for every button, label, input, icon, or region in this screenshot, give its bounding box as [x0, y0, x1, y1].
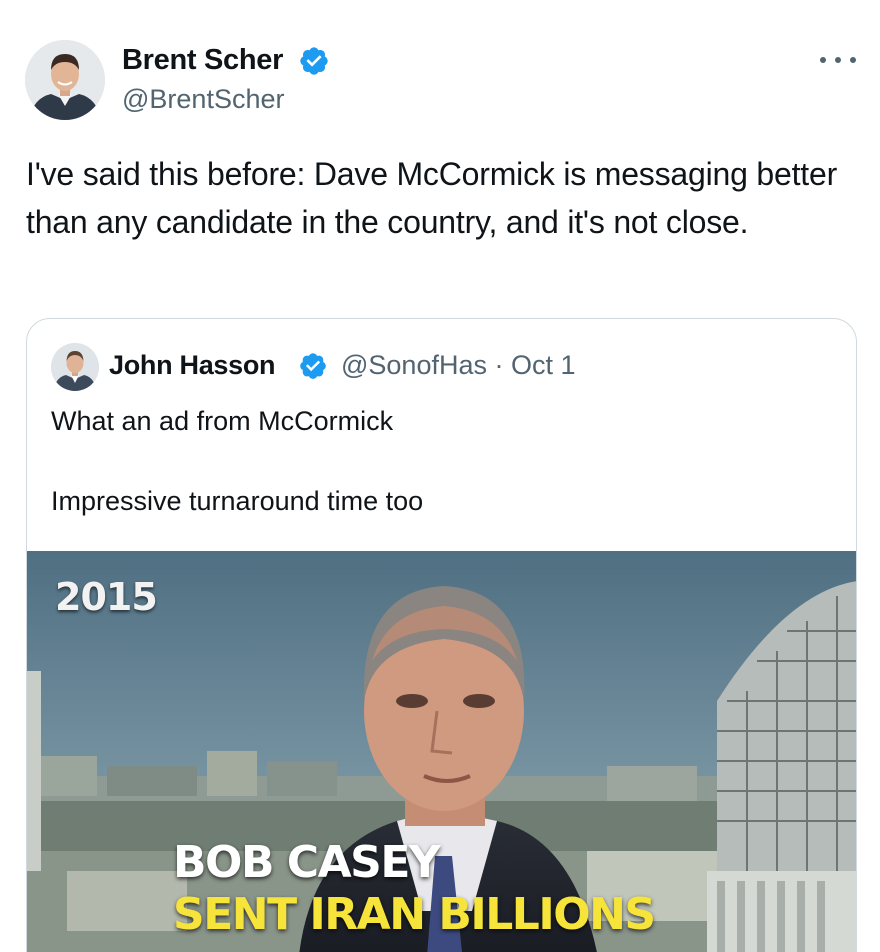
quoted-author-avatar[interactable] — [51, 343, 99, 391]
quoted-tweet[interactable]: John Hasson @SonofHas · Oct 1 What an ad… — [26, 318, 857, 952]
verified-badge-icon — [300, 353, 326, 379]
quoted-text-line: What an ad from McCormick — [51, 406, 394, 436]
author-name[interactable]: Brent Scher — [122, 44, 283, 77]
quoted-video[interactable]: 2015 BOB CASEY SENT IRAN BILLIONS — [27, 551, 856, 952]
quoted-author-avatar-image — [51, 343, 99, 391]
author-avatar-image — [25, 40, 105, 120]
verified-badge-icon — [300, 47, 328, 75]
quoted-author-name[interactable]: John Hasson — [109, 350, 276, 381]
quoted-tweet-text: What an ad from McCormick Impressive tur… — [51, 401, 831, 521]
tweet: Brent Scher @BrentScher I've said this b… — [0, 0, 880, 952]
video-caption-line2: SENT IRAN BILLIONS — [173, 889, 656, 940]
quoted-text-line: Impressive turnaround time too — [51, 486, 424, 516]
author-handle[interactable]: @BrentScher — [122, 84, 284, 115]
tweet-text: I've said this before: Dave McCormick is… — [26, 156, 838, 240]
video-caption-line1: BOB CASEY — [173, 837, 441, 888]
quoted-author-handle-date[interactable]: @SonofHas · Oct 1 — [341, 350, 576, 381]
author-avatar[interactable] — [25, 40, 105, 120]
video-year-label: 2015 — [55, 575, 158, 619]
more-options-icon[interactable] — [820, 50, 856, 70]
